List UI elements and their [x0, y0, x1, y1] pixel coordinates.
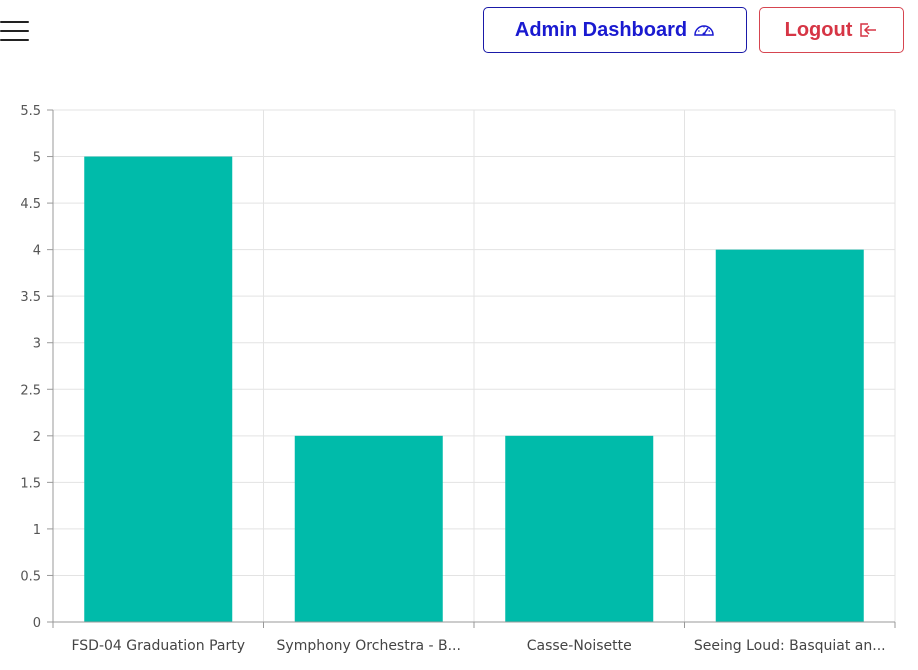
menu-line [0, 30, 29, 32]
logout-button[interactable]: Logout [759, 7, 904, 53]
y-tick-label: 3.5 [20, 290, 41, 305]
speedometer-icon [693, 22, 715, 38]
x-category-label: FSD-04 Graduation Party [71, 638, 245, 654]
x-category-label: Casse-Noisette [527, 638, 632, 654]
y-tick-label: 0.5 [20, 569, 41, 584]
y-tick-label: 1 [33, 523, 41, 538]
y-tick-label: 0 [33, 616, 41, 631]
y-tick-label: 2 [33, 430, 41, 445]
menu-line [0, 39, 29, 41]
y-tick-label: 1.5 [20, 476, 41, 491]
bar-chart: 0 0.5 1 1.5 2 2.5 3 3.5 4 4.5 5 5.5 FSD-04 Graduatio… [20, 104, 896, 654]
logout-icon [858, 21, 878, 39]
menu-line [0, 21, 29, 23]
bar[interactable] [505, 435, 654, 622]
y-tick-label: 2.5 [20, 383, 41, 398]
y-tick-label: 5 [33, 151, 41, 166]
hamburger-menu-icon[interactable] [0, 18, 32, 44]
bar[interactable] [715, 249, 864, 623]
bar[interactable] [84, 156, 233, 622]
y-tick-label: 4.5 [20, 197, 41, 212]
page: Admin Dashboard Logout 0 0.5 1 1.5 2 2.5… [0, 0, 918, 670]
y-tick-label: 3 [33, 337, 41, 352]
y-tick-label: 5.5 [20, 104, 41, 119]
x-category-label: Seeing Loud: Basquiat an... [694, 638, 886, 654]
bar[interactable] [294, 435, 443, 622]
admin-dashboard-button[interactable]: Admin Dashboard [483, 7, 747, 53]
x-category-label: Symphony Orchestra - B... [277, 638, 461, 654]
admin-dashboard-label: Admin Dashboard [514, 18, 688, 41]
logout-label: Logout [784, 18, 853, 41]
y-tick-label: 4 [33, 244, 41, 259]
